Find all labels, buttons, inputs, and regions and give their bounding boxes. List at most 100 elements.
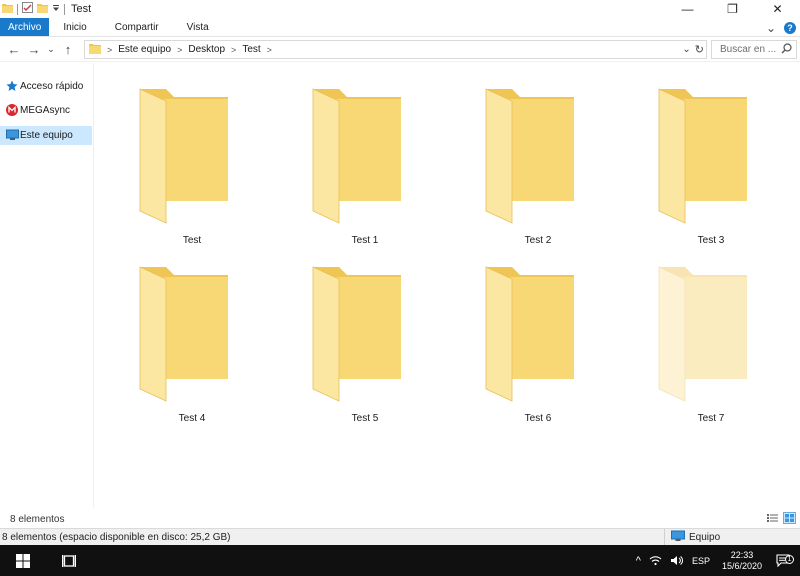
recent-locations-button[interactable]: ⌄ [44, 44, 58, 55]
task-view-icon [62, 554, 76, 567]
search-input[interactable]: Buscar en ... [720, 44, 776, 55]
tab-inicio[interactable]: Inicio [49, 18, 100, 36]
volume-icon[interactable] [666, 555, 688, 566]
folder-item[interactable]: Test [132, 85, 252, 255]
folder-name: Test 6 [524, 413, 552, 424]
folder-icon [485, 266, 574, 402]
folder-icon [312, 266, 401, 402]
folder-name: Test 5 [351, 413, 379, 424]
navigation-pane: Acceso rápido MEGAsync Este equipo [0, 63, 94, 508]
location-zone: Equipo [664, 529, 800, 545]
details-status-bar: 8 elementos (espacio disponible en disco… [0, 528, 800, 545]
folder-name: Test 2 [524, 235, 552, 246]
folder-item[interactable]: Test 3 [651, 85, 771, 255]
folder-name: Test [182, 235, 202, 246]
folder-name: Test 1 [351, 235, 379, 246]
computer-icon [6, 129, 19, 141]
folder-item[interactable]: Test 4 [132, 263, 252, 433]
folder-icon [2, 3, 13, 16]
title-bar: Test — ❐ ✕ [0, 0, 800, 18]
ribbon-tabs: Archivo Inicio Compartir Vista ⌄ ? [0, 18, 800, 37]
folder-item[interactable]: Test 5 [305, 263, 425, 433]
hidden-folder-icon [658, 266, 747, 402]
folder-icon [139, 88, 228, 224]
new-folder-icon[interactable] [37, 3, 48, 16]
minimize-button[interactable]: — [665, 0, 710, 18]
disk-space-info: 8 elementos (espacio disponible en disco… [2, 531, 231, 543]
sidebar-item-megasync[interactable]: MEGAsync [0, 101, 92, 120]
close-button[interactable]: ✕ [755, 0, 800, 18]
folder-icon [658, 88, 747, 224]
folder-view: Test Test 1 Test 2 Test 3 Test 4 Test 5 … [95, 63, 800, 508]
tab-archivo[interactable]: Archivo [0, 18, 50, 36]
notification-center-button[interactable]: 1 [770, 554, 800, 567]
language-indicator[interactable]: ESP [688, 556, 714, 566]
refresh-button[interactable]: ↻ [695, 43, 704, 56]
up-button[interactable]: ↑ [58, 42, 78, 57]
address-bar[interactable]: > Este equipo > Desktop > Test > ⌄ ↻ [84, 40, 707, 59]
quick-access-toolbar [0, 0, 65, 18]
expand-ribbon-button[interactable]: ⌄ [766, 21, 776, 35]
view-switcher [766, 512, 796, 527]
folder-icon [312, 88, 401, 224]
status-bar: 8 elementos [0, 510, 800, 528]
folder-icon [139, 266, 228, 402]
separator [17, 3, 18, 15]
clock-date: 15/6/2020 [721, 560, 762, 571]
sidebar-item-label: MEGAsync [20, 105, 71, 116]
sidebar-item-label: Acceso rápido [20, 81, 84, 92]
folder-item[interactable]: Test 1 [305, 85, 425, 255]
computer-icon [671, 530, 685, 545]
breadcrumb-separator[interactable]: > [231, 45, 236, 55]
breadcrumb-separator[interactable]: > [107, 45, 112, 55]
breadcrumb: > Este equipo > Desktop > Test > [101, 44, 278, 55]
customize-toolbar-icon[interactable] [52, 3, 60, 15]
windows-icon [16, 553, 30, 568]
location-label: Equipo [689, 531, 721, 543]
forward-button[interactable]: → [24, 42, 44, 57]
window-title: Test [71, 3, 92, 15]
start-button[interactable] [0, 545, 46, 576]
folder-name: Test 3 [697, 235, 725, 246]
ribbon-right: ⌄ ? [766, 18, 796, 37]
maximize-button[interactable]: ❐ [710, 0, 755, 18]
properties-icon[interactable] [22, 2, 33, 16]
sidebar-item-label: Este equipo [20, 130, 73, 141]
item-count: 8 elementos [10, 513, 65, 525]
window-controls: — ❐ ✕ [665, 0, 800, 18]
star-pin-icon [6, 80, 18, 92]
back-button[interactable]: ← [4, 42, 24, 57]
search-icon [781, 43, 792, 57]
task-view-button[interactable] [46, 545, 92, 576]
taskbar: ^ ESP 22:33 15/6/2020 1 [0, 545, 800, 576]
folder-name: Test 4 [178, 413, 206, 424]
tab-compartir[interactable]: Compartir [101, 18, 173, 36]
breadcrumb-desktop[interactable]: Desktop [188, 44, 225, 55]
help-button[interactable]: ? [784, 21, 796, 34]
sidebar-item-acceso-rapido[interactable]: Acceso rápido [0, 77, 92, 96]
notification-count-badge: 1 [785, 555, 794, 564]
address-dropdown-button[interactable]: ⌄ [682, 44, 690, 55]
breadcrumb-separator[interactable]: > [177, 45, 182, 55]
large-icons-view-icon[interactable] [783, 512, 796, 527]
show-hidden-icons-button[interactable]: ^ [632, 555, 645, 567]
breadcrumb-separator[interactable]: > [267, 45, 272, 55]
system-tray: ^ ESP 22:33 15/6/2020 1 [632, 545, 800, 576]
mega-icon [6, 104, 18, 116]
address-actions: ⌄ ↻ [682, 41, 704, 58]
folder-item[interactable]: Test 7 [651, 263, 771, 433]
folder-icon [89, 43, 101, 57]
breadcrumb-test[interactable]: Test [242, 44, 260, 55]
details-view-icon[interactable] [766, 512, 779, 527]
search-box[interactable]: Buscar en ... [711, 40, 797, 59]
clock-time: 22:33 [730, 549, 754, 560]
tab-vista[interactable]: Vista [173, 18, 223, 36]
sidebar-item-este-equipo[interactable]: Este equipo [0, 126, 92, 145]
folder-name: Test 7 [697, 413, 725, 424]
breadcrumb-este-equipo[interactable]: Este equipo [118, 44, 171, 55]
folder-item[interactable]: Test 2 [478, 85, 598, 255]
separator [64, 3, 65, 15]
wifi-icon[interactable] [645, 555, 666, 566]
folder-item[interactable]: Test 6 [478, 263, 598, 433]
clock[interactable]: 22:33 15/6/2020 [714, 550, 770, 572]
